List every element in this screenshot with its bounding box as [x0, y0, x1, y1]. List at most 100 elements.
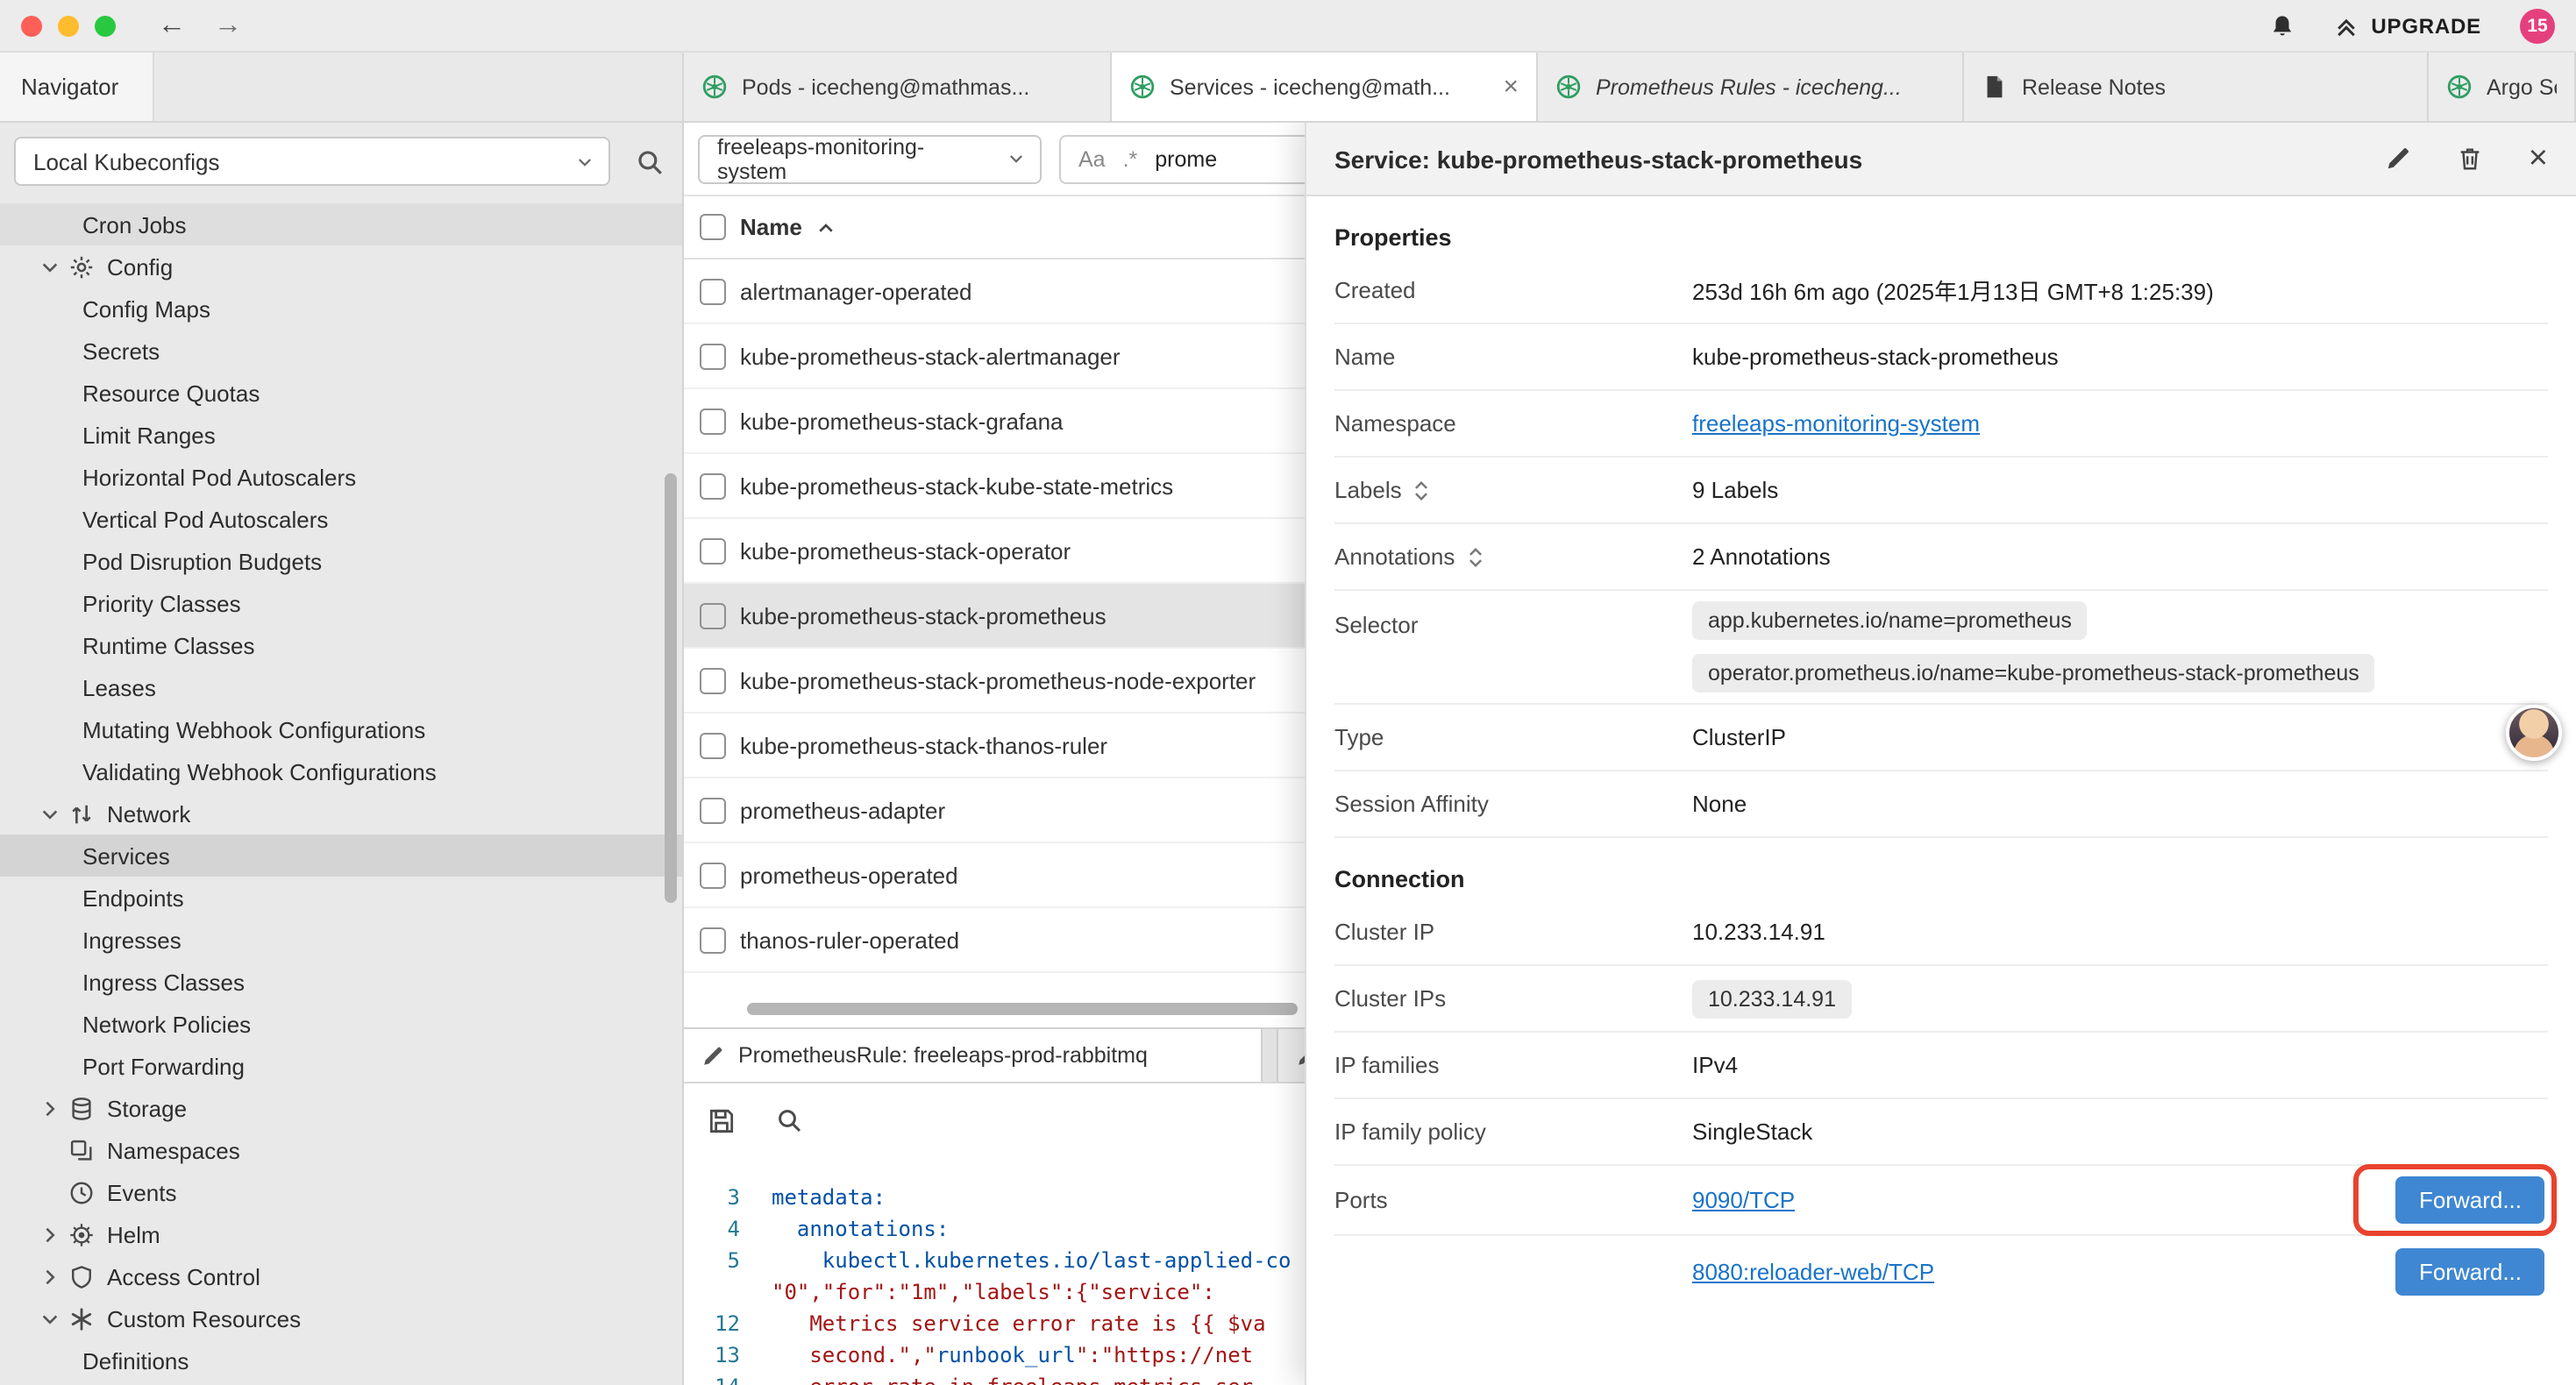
- editor-line[interactable]: 5 kubectl.kubernetes.io/last-applied-co: [684, 1245, 1305, 1276]
- table-row-kube-prometheus-stack-thanos-ruler[interactable]: kube-prometheus-stack-thanos-ruler: [684, 714, 1305, 778]
- updown-icon[interactable]: [1413, 478, 1432, 502]
- kubeconfig-select[interactable]: Local Kubeconfigs: [14, 137, 610, 186]
- editor-line[interactable]: "0","for":"1m","labels":{"service":: [684, 1276, 1305, 1308]
- sidebar-item-validating-webhook-configurations[interactable]: Validating Webhook Configurations: [0, 750, 682, 792]
- sidebar-item-services[interactable]: Services: [0, 835, 682, 877]
- editor-line[interactable]: 4 annotations:: [684, 1213, 1305, 1245]
- row-checkbox[interactable]: [700, 278, 726, 304]
- sidebar-item-ingress-classes[interactable]: Ingress Classes: [0, 961, 682, 1003]
- sidebar-item-custom-resources[interactable]: Custom Resources: [0, 1297, 682, 1339]
- editor-search-icon[interactable]: [775, 1106, 803, 1134]
- match-case-toggle[interactable]: Aa: [1078, 146, 1106, 171]
- row-checkbox[interactable]: [700, 602, 726, 629]
- save-icon[interactable]: [707, 1105, 737, 1135]
- row-checkbox[interactable]: [700, 537, 726, 564]
- namespace-filter-select[interactable]: freeleaps-monitoring-system: [698, 134, 1042, 183]
- sidebar-item-runtime-classes[interactable]: Runtime Classes: [0, 624, 682, 666]
- upgrade-button[interactable]: UPGRADE: [2334, 13, 2481, 38]
- table-row-kube-prometheus-stack-alertmanager[interactable]: kube-prometheus-stack-alertmanager: [684, 324, 1305, 389]
- sidebar-item-ingresses[interactable]: Ingresses: [0, 919, 682, 961]
- name-column-header[interactable]: Name: [740, 214, 802, 240]
- sidebar-item-storage[interactable]: Storage: [0, 1087, 682, 1129]
- chevron-right-icon[interactable]: [39, 1223, 61, 1246]
- row-checkbox[interactable]: [700, 732, 726, 758]
- tab-pods-icecheng-mathmas[interactable]: Pods - icecheng@mathmas...: [684, 53, 1112, 121]
- sort-ascending-icon[interactable]: [816, 217, 837, 238]
- table-row-kube-prometheus-stack-kube-state-metrics[interactable]: kube-prometheus-stack-kube-state-metrics: [684, 454, 1305, 519]
- user-avatar[interactable]: [2506, 705, 2562, 761]
- sidebar-item-access-control[interactable]: Access Control: [0, 1255, 682, 1297]
- chevron-down-icon[interactable]: [39, 1307, 61, 1330]
- sidebar-scrollbar[interactable]: [665, 473, 677, 903]
- table-row-kube-prometheus-stack-prometheus[interactable]: kube-prometheus-stack-prometheus: [684, 584, 1305, 649]
- table-row-thanos-ruler-operated[interactable]: thanos-ruler-operated: [684, 908, 1305, 973]
- table-row-prometheus-adapter[interactable]: prometheus-adapter: [684, 778, 1305, 843]
- chevron-right-icon[interactable]: [39, 1097, 61, 1119]
- navigator-tab[interactable]: Navigator: [0, 53, 154, 121]
- tab-argo-se[interactable]: Argo Se: [2429, 53, 2576, 121]
- sidebar-item-leases[interactable]: Leases: [0, 666, 682, 708]
- port-link[interactable]: 8080:reloader-web/TCP: [1692, 1258, 1934, 1284]
- sidebar-item-resource-quotas[interactable]: Resource Quotas: [0, 372, 682, 414]
- sidebar-item-horizontal-pod-autoscalers[interactable]: Horizontal Pod Autoscalers: [0, 456, 682, 498]
- row-checkbox[interactable]: [700, 408, 726, 434]
- table-row-kube-prometheus-stack-operator[interactable]: kube-prometheus-stack-operator: [684, 519, 1305, 584]
- editor-tab-next-partial[interactable]: [1277, 1029, 1305, 1082]
- window-minimize-button[interactable]: [58, 15, 79, 36]
- sidebar-item-pod-disruption-budgets[interactable]: Pod Disruption Budgets: [0, 540, 682, 582]
- forward-button[interactable]: Forward...: [2396, 1176, 2544, 1224]
- tab-prometheus-rules-icecheng[interactable]: Prometheus Rules - icecheng...: [1538, 53, 1964, 121]
- sidebar-item-helm[interactable]: Helm: [0, 1213, 682, 1255]
- editor-line[interactable]: 3metadata:: [684, 1182, 1305, 1213]
- port-link[interactable]: 9090/TCP: [1692, 1187, 1795, 1213]
- table-row-kube-prometheus-stack-prometheus-node-exporter[interactable]: kube-prometheus-stack-prometheus-node-ex…: [684, 649, 1305, 714]
- chevron-right-icon[interactable]: [39, 1265, 61, 1288]
- sidebar-item-cron-jobs[interactable]: Cron Jobs: [0, 203, 682, 245]
- sidebar-item-network-policies[interactable]: Network Policies: [0, 1003, 682, 1045]
- sidebar-item-vertical-pod-autoscalers[interactable]: Vertical Pod Autoscalers: [0, 498, 682, 540]
- forward-icon[interactable]: →: [214, 11, 242, 39]
- editor-line[interactable]: 14 error rate in freeleaps metrics ser: [684, 1371, 1305, 1385]
- chevron-down-icon[interactable]: [39, 802, 61, 825]
- sidebar-item-config[interactable]: Config: [0, 245, 682, 288]
- row-checkbox[interactable]: [700, 472, 726, 499]
- editor-tab-prometheusrule[interactable]: PrometheusRule: freeleaps-prod-rabbitmq: [684, 1029, 1263, 1082]
- sidebar-item-endpoints[interactable]: Endpoints: [0, 877, 682, 919]
- sidebar-item-limit-ranges[interactable]: Limit Ranges: [0, 414, 682, 456]
- sidebar-search-icon[interactable]: [635, 146, 665, 176]
- regex-toggle[interactable]: .*: [1123, 146, 1138, 171]
- yaml-editor[interactable]: 3metadata:4 annotations:5 kubectl.kubern…: [684, 1182, 1305, 1385]
- sidebar-item-definitions[interactable]: Definitions: [0, 1339, 682, 1381]
- table-row-prometheus-operated[interactable]: prometheus-operated: [684, 843, 1305, 908]
- edit-service-icon[interactable]: [2385, 146, 2411, 172]
- sidebar-item-namespaces[interactable]: Namespaces: [0, 1129, 682, 1171]
- notification-count-badge[interactable]: 15: [2520, 8, 2555, 43]
- row-checkbox[interactable]: [700, 927, 726, 953]
- row-checkbox[interactable]: [700, 862, 726, 888]
- editor-line[interactable]: 13 second.","runbook_url":"https://net: [684, 1339, 1305, 1371]
- tab-release-notes[interactable]: Release Notes: [1964, 53, 2429, 121]
- tab-services-icecheng-math[interactable]: Services - icecheng@math...×: [1112, 53, 1538, 121]
- sidebar-item-network[interactable]: Network: [0, 792, 682, 835]
- editor-line[interactable]: 12 Metrics service error rate is {{ $va: [684, 1308, 1305, 1339]
- chevron-down-icon[interactable]: [39, 255, 61, 278]
- search-input[interactable]: Aa .* prome: [1059, 134, 1305, 183]
- table-row-alertmanager-operated[interactable]: alertmanager-operated: [684, 259, 1305, 324]
- notifications-bell-icon[interactable]: [2269, 11, 2295, 39]
- forward-button[interactable]: Forward...: [2396, 1247, 2544, 1295]
- delete-service-icon[interactable]: [2457, 146, 2483, 172]
- sidebar-item-port-forwarding[interactable]: Port Forwarding: [0, 1045, 682, 1087]
- sidebar-item-config-maps[interactable]: Config Maps: [0, 288, 682, 330]
- row-checkbox[interactable]: [700, 667, 726, 693]
- close-icon[interactable]: ×: [2529, 142, 2548, 175]
- window-close-button[interactable]: [21, 15, 42, 36]
- sidebar-item-events[interactable]: Events: [0, 1171, 682, 1213]
- row-checkbox[interactable]: [700, 343, 726, 369]
- window-zoom-button[interactable]: [95, 15, 116, 36]
- table-row-kube-prometheus-stack-grafana[interactable]: kube-prometheus-stack-grafana: [684, 389, 1305, 454]
- back-icon[interactable]: ←: [158, 11, 186, 39]
- tab-close-icon[interactable]: ×: [1503, 72, 1519, 102]
- sidebar-item-mutating-webhook-configurations[interactable]: Mutating Webhook Configurations: [0, 708, 682, 750]
- row-checkbox[interactable]: [700, 797, 726, 823]
- horizontal-scrollbar[interactable]: [747, 1003, 1298, 1015]
